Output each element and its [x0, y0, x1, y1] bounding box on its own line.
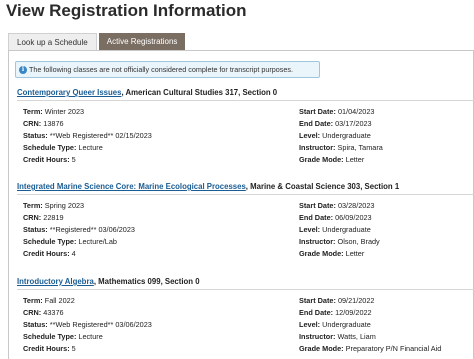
credit-hours-field: Credit Hours: 4 [23, 249, 76, 258]
start-date-field: Start Date: 09/21/2022 [299, 296, 375, 305]
page-title: View Registration Information [6, 1, 247, 20]
divider [17, 289, 474, 290]
start-date-field: Start Date: 01/04/2023 [299, 107, 375, 116]
divider [17, 194, 474, 195]
registrations-panel: i The following classes are not officiall… [8, 50, 474, 359]
tab-active-registrations[interactable]: Active Registrations [98, 33, 186, 50]
schedule-type-field: Schedule Type: Lecture [23, 332, 103, 341]
crn-field: CRN: 22819 [23, 213, 64, 222]
term-field: Term: Fall 2022 [23, 296, 75, 305]
course-subtitle: , Marine & Coastal Science 303, Section … [245, 182, 400, 191]
course-title-link[interactable]: Integrated Marine Science Core: Marine E… [17, 182, 246, 191]
grade-mode-field: Grade Mode: Letter [299, 249, 365, 258]
schedule-type-field: Schedule Type: Lecture [23, 143, 103, 152]
credit-hours-field: Credit Hours: 5 [23, 344, 76, 353]
info-notice-text: The following classes are not officially… [29, 65, 293, 74]
tab-bar: Look up a Schedule Active Registrations [8, 33, 187, 50]
start-date-field: Start Date: 03/28/2023 [299, 201, 375, 210]
level-field: Level: Undergraduate [299, 320, 371, 329]
end-date-field: End Date: 03/17/2023 [299, 119, 372, 128]
term-field: Term: Winter 2023 [23, 107, 85, 116]
end-date-field: End Date: 12/09/2022 [299, 308, 372, 317]
grade-mode-field: Grade Mode: Preparatory P/N Financial Ai… [299, 344, 442, 353]
crn-field: CRN: 43376 [23, 308, 64, 317]
status-field: Status: **Web Registered** 03/06/2023 [23, 320, 152, 329]
course-heading: Integrated Marine Science Core: Marine E… [17, 182, 399, 191]
tab-look-up-schedule[interactable]: Look up a Schedule [8, 33, 97, 50]
schedule-type-field: Schedule Type: Lecture/Lab [23, 237, 117, 246]
course-heading: Contemporary Queer Issues, American Cult… [17, 88, 277, 97]
crn-field: CRN: 13876 [23, 119, 64, 128]
credit-hours-field: Credit Hours: 5 [23, 155, 76, 164]
status-field: Status: **Web Registered** 02/15/2023 [23, 131, 152, 140]
end-date-field: End Date: 06/09/2023 [299, 213, 372, 222]
divider [17, 100, 474, 101]
info-notice: i The following classes are not officiall… [15, 61, 320, 78]
course-subtitle: , Mathematics 099, Section 0 [93, 277, 200, 286]
course-heading: Introductory Algebra, Mathematics 099, S… [17, 277, 200, 286]
instructor-field: Instructor: Olson, Brady [299, 237, 380, 246]
level-field: Level: Undergraduate [299, 225, 371, 234]
instructor-field: Instructor: Spira, Tamara [299, 143, 383, 152]
course-title-link[interactable]: Contemporary Queer Issues [17, 88, 121, 97]
status-field: Status: **Registered** 03/06/2023 [23, 225, 135, 234]
info-icon: i [19, 66, 27, 75]
level-field: Level: Undergraduate [299, 131, 371, 140]
term-field: Term: Spring 2023 [23, 201, 85, 210]
course-subtitle: , American Cultural Studies 317, Section… [121, 88, 278, 97]
instructor-field: Instructor: Watts, Liam [299, 332, 376, 341]
grade-mode-field: Grade Mode: Letter [299, 155, 365, 164]
course-title-link[interactable]: Introductory Algebra [17, 277, 94, 286]
